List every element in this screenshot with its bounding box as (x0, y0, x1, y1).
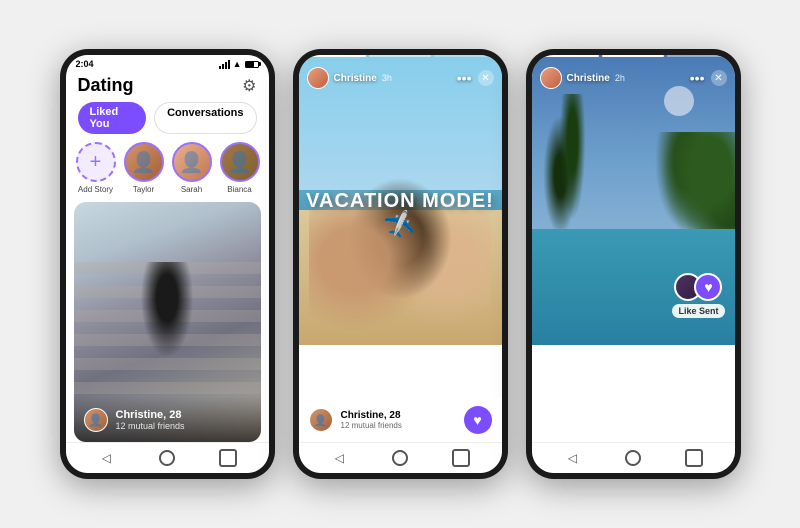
app-title: Dating (78, 75, 134, 96)
dating-app-content: Dating ⚙ Liked You Conversations + Add S… (66, 71, 269, 442)
status-bar-1: 2:04 ▲ (66, 55, 269, 71)
back-button-2[interactable]: ◁ (330, 449, 348, 467)
close-story-button-3[interactable]: ✕ (711, 70, 727, 86)
more-options-icon[interactable]: ••• (457, 70, 472, 86)
beach-background (299, 55, 502, 442)
nav-bar-2: ◁ (299, 442, 502, 473)
bottom-name-2: Christine, 28 (341, 410, 402, 421)
back-button-3[interactable]: ◁ (563, 449, 581, 467)
like-sent-badge: ♥ Like Sent (672, 273, 724, 318)
story-name-taylor: Taylor (133, 185, 154, 194)
vacation-text: VACATION MODE! (299, 190, 502, 213)
phone-2-screen: Christine 3h ••• ✕ VACATION MODE! ✈️ 👤 C… (299, 55, 502, 473)
story-user-info-3: Christine 2h (540, 67, 625, 89)
phone-1-screen: 2:04 ▲ Dating ⚙ Li (66, 55, 269, 473)
phone-3: Christine 2h ••• ✕ ♥ Like Sent (526, 49, 741, 479)
tabs-row: Liked You Conversations (66, 102, 269, 142)
bottom-mutual-2: 12 mutual friends (341, 421, 402, 430)
home-button-2[interactable] (392, 450, 408, 466)
battery-icon (245, 61, 259, 68)
story-sarah[interactable]: 👤 Sarah (172, 142, 212, 194)
story-taylor[interactable]: 👤 Taylor (124, 142, 164, 194)
progress-3-1 (538, 55, 600, 57)
story-name-sarah: Sarah (181, 185, 202, 194)
story-actions-2: ••• ✕ (457, 70, 494, 86)
story-username-2: Christine (334, 73, 377, 84)
phone-1: 2:04 ▲ Dating ⚙ Li (60, 49, 275, 479)
like-sent-label: Like Sent (672, 304, 724, 318)
story-avatar-taylor[interactable]: 👤 (124, 142, 164, 182)
nav-bar-1: ◁ (66, 442, 269, 473)
stories-row: + Add Story 👤 Taylor 👤 Sarah 👤 Bianca (66, 142, 269, 202)
more-options-icon-3[interactable]: ••• (690, 70, 705, 86)
progress-1 (305, 55, 367, 57)
tab-conversations[interactable]: Conversations (154, 102, 256, 134)
profile-name: Christine, 28 (116, 409, 251, 421)
progress-3-2 (602, 55, 664, 57)
like-sent-avatars: ♥ (674, 273, 722, 301)
story-screen-3: Christine 2h ••• ✕ ♥ Like Sent (532, 55, 735, 442)
story-avatar-small-3 (540, 67, 562, 89)
progress-3 (434, 55, 496, 57)
dating-header: Dating ⚙ (66, 71, 269, 102)
story-header-2: Christine 3h ••• ✕ (299, 61, 502, 93)
story-screen-2: Christine 3h ••• ✕ VACATION MODE! ✈️ 👤 C… (299, 55, 502, 442)
profile-mutual: 12 mutual friends (116, 421, 251, 431)
home-button-3[interactable] (625, 450, 641, 466)
profile-info: Christine, 28 12 mutual friends (116, 409, 251, 431)
signal-icon (219, 60, 230, 69)
home-button-1[interactable] (159, 450, 175, 466)
status-icons-1: ▲ (219, 59, 259, 69)
add-story-avatar[interactable]: + (76, 142, 116, 182)
story-username-3: Christine (567, 73, 610, 84)
vacation-text-overlay: VACATION MODE! ✈️ (299, 190, 502, 239)
profile-overlay: 👤 Christine, 28 12 mutual friends (74, 396, 261, 442)
profile-card[interactable]: 👤 Christine, 28 12 mutual friends (74, 202, 261, 442)
tab-liked-you[interactable]: Liked You (78, 102, 147, 134)
progress-3-3 (667, 55, 729, 57)
story-name-bianca: Bianca (227, 185, 251, 194)
progress-2 (369, 55, 431, 57)
bottom-avatar-2: 👤 (309, 408, 333, 432)
bottom-profile-info-2: Christine, 28 12 mutual friends (341, 410, 402, 430)
story-header-3: Christine 2h ••• ✕ (532, 61, 735, 93)
story-avatar-small-2 (307, 67, 329, 89)
close-story-button[interactable]: ✕ (478, 70, 494, 86)
story-avatar-bianca[interactable]: 👤 (220, 142, 260, 182)
wifi-icon: ▲ (233, 59, 242, 69)
phone-2: Christine 3h ••• ✕ VACATION MODE! ✈️ 👤 C… (293, 49, 508, 479)
time-display-1: 2:04 (76, 59, 94, 69)
plus-icon: + (90, 152, 102, 172)
profile-mini-avatar: 👤 (84, 408, 108, 432)
story-time-3: 2h (615, 73, 625, 83)
story-time-2: 3h (382, 73, 392, 83)
recents-button-1[interactable] (219, 449, 237, 467)
resort-background (532, 55, 735, 442)
story-avatar-sarah[interactable]: 👤 (172, 142, 212, 182)
recents-button-2[interactable] (452, 449, 470, 467)
gear-icon[interactable]: ⚙ (242, 76, 256, 96)
like-heart-button[interactable]: ♥ (464, 406, 492, 434)
add-story-item[interactable]: + Add Story (76, 142, 116, 194)
story-actions-3: ••• ✕ (690, 70, 727, 86)
add-story-label: Add Story (78, 185, 113, 194)
airplane-emoji: ✈️ (383, 210, 418, 244)
story-bianca[interactable]: 👤 Bianca (220, 142, 260, 194)
story-user-info-2: Christine 3h (307, 67, 392, 89)
recents-button-3[interactable] (685, 449, 703, 467)
phone-3-screen: Christine 2h ••• ✕ ♥ Like Sent (532, 55, 735, 473)
story-bottom-card-2: 👤 Christine, 28 12 mutual friends ♥ (299, 398, 502, 442)
nav-bar-3: ◁ (532, 442, 735, 473)
back-button-1[interactable]: ◁ (97, 449, 115, 467)
like-sent-heart-avatar: ♥ (694, 273, 722, 301)
